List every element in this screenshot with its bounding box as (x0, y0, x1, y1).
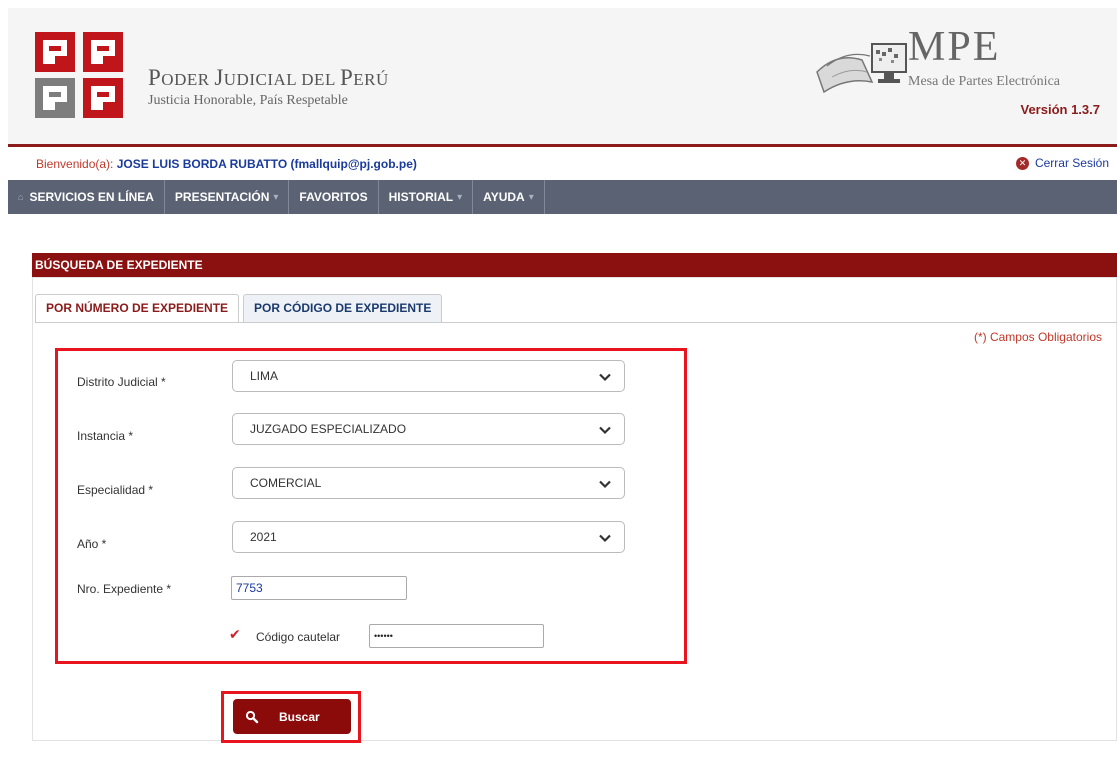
checkmark-icon[interactable]: ✔ (229, 626, 241, 643)
app-title: MPE (908, 24, 1001, 70)
instancia-select[interactable]: JUZGADO ESPECIALIZADO (232, 413, 625, 445)
main-menu: ⌂ SERVICIOS EN LÍNEA PRESENTACIÓN ▾ FAVO… (8, 180, 1117, 214)
mpe-logo-graphic (816, 43, 907, 94)
menu-item-presentacion[interactable]: PRESENTACIÓN ▾ (165, 180, 290, 214)
search-icon (245, 710, 259, 723)
nro-expediente-label: Nro. Expediente * (77, 582, 172, 596)
search-button[interactable]: Buscar (233, 699, 351, 734)
codigo-cautelar-label: Código cautelar (256, 630, 341, 644)
codigo-cautelar-input[interactable]: •••••• (369, 624, 544, 648)
app-subtitle: Mesa de Partes Electrónica (908, 74, 1060, 89)
brand-title: PODER JUDICIAL DEL PERÚ (148, 65, 389, 90)
brand-subtitle: Justicia Honorable, País Respetable (148, 93, 348, 108)
app-version: Versión 1.3.7 (1020, 102, 1101, 117)
chevron-down-icon (599, 534, 611, 543)
chevron-down-icon (599, 426, 611, 435)
welcome-prefix: Bienvenido(a): (36, 157, 117, 171)
chevron-down-icon (599, 373, 611, 382)
logout-label: Cerrar Sesión (1034, 156, 1109, 170)
anio-label: Año * (77, 537, 107, 551)
welcome-message: Bienvenido(a): JOSE LUIS BORDA RUBATTO (… (36, 157, 417, 171)
especialidad-label: Especialidad * (77, 483, 154, 497)
menu-item-historial[interactable]: HISTORIAL ▾ (379, 180, 474, 214)
instancia-label: Instancia * (77, 429, 134, 443)
menu-item-servicios[interactable]: ⌂ SERVICIOS EN LÍNEA (8, 180, 165, 214)
form-highlight-box (55, 348, 687, 664)
chevron-down-icon: ▾ (273, 191, 279, 203)
nro-expediente-input[interactable]: 7753 (231, 576, 407, 600)
menu-item-favoritos[interactable]: FAVORITOS (289, 180, 379, 214)
menu-item-ayuda[interactable]: AYUDA ▾ (473, 180, 545, 214)
tab-por-numero[interactable]: POR NÚMERO DE EXPEDIENTE (35, 294, 240, 323)
chevron-down-icon: ▾ (457, 191, 463, 203)
especialidad-select[interactable]: COMERCIAL (232, 467, 625, 499)
tab-por-codigo[interactable]: POR CÓDIGO DE EXPEDIENTE (243, 294, 443, 322)
required-fields-note: (*) Campos Obligatorios (973, 330, 1102, 344)
search-tabs: POR NÚMERO DE EXPEDIENTE POR CÓDIGO DE E… (35, 294, 446, 323)
distrito-label: Distrito Judicial * (77, 375, 166, 389)
distrito-select[interactable]: LIMA (232, 360, 625, 392)
close-circle-icon: ✕ (1015, 156, 1029, 170)
section-title: BÚSQUEDA DE EXPEDIENTE (32, 253, 1117, 277)
chevron-down-icon: ▾ (528, 191, 534, 203)
chevron-down-icon (599, 480, 611, 489)
search-button-label: Buscar (279, 709, 320, 724)
welcome-user: JOSE LUIS BORDA RUBATTO (fmallquip@pj.go… (116, 157, 417, 171)
logout-link[interactable]: ✕ Cerrar Sesión (1015, 156, 1109, 170)
header-divider (8, 144, 1117, 147)
tabs-divider (35, 322, 1117, 323)
home-icon: ⌂ (18, 192, 24, 202)
anio-select[interactable]: 2021 (232, 521, 625, 553)
poder-judicial-logo (35, 32, 123, 118)
